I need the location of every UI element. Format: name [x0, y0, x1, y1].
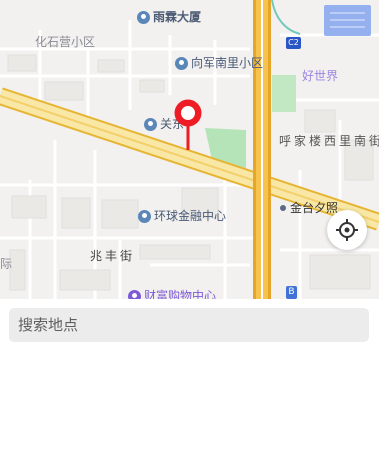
search-panel	[0, 299, 379, 452]
poi-pin-icon	[137, 10, 150, 24]
poi-label: 向军南里小区	[191, 56, 264, 70]
locate-button[interactable]	[327, 210, 367, 250]
street-label: 呼家楼西里南街	[279, 134, 379, 148]
district-label: 际	[0, 257, 13, 271]
district-label: 好世界	[302, 69, 339, 83]
map-overlay-widget[interactable]	[324, 5, 371, 36]
search-input[interactable]	[9, 308, 369, 342]
map-view[interactable]: 雨霖大厦 向军南里小区 关东 环球金融中心 财富购物中心 化石营小区 好世界 呼…	[0, 0, 379, 299]
search-box[interactable]	[9, 308, 369, 342]
bus-stop-badge: B	[286, 286, 297, 299]
street-label: 兆丰街	[90, 249, 136, 263]
poi-world-financial-center[interactable]: 环球金融中心	[138, 209, 226, 223]
ring-road-badge: C2	[286, 37, 301, 49]
poi-yulin-building[interactable]: 雨霖大厦	[137, 10, 201, 24]
poi-pin-icon	[175, 56, 188, 70]
poi-fortune-mall[interactable]: 财富购物中心	[128, 289, 216, 299]
poi-label: 环球金融中心	[154, 209, 227, 223]
poi-label: 雨霖大厦	[153, 10, 202, 24]
district-label: 化石营小区	[35, 35, 96, 49]
widget-bars	[330, 12, 365, 29]
metro-label: 金台夕照	[290, 201, 339, 215]
poi-pin-icon	[128, 289, 141, 299]
poi-label: 财富购物中心	[144, 289, 217, 299]
location-marker-icon[interactable]	[173, 98, 203, 150]
poi-pin-icon	[138, 209, 151, 223]
poi-pin-icon	[144, 117, 157, 131]
poi-xiangjun[interactable]: 向军南里小区	[175, 56, 263, 70]
metro-dot	[280, 205, 286, 211]
crosshair-icon	[336, 219, 358, 241]
